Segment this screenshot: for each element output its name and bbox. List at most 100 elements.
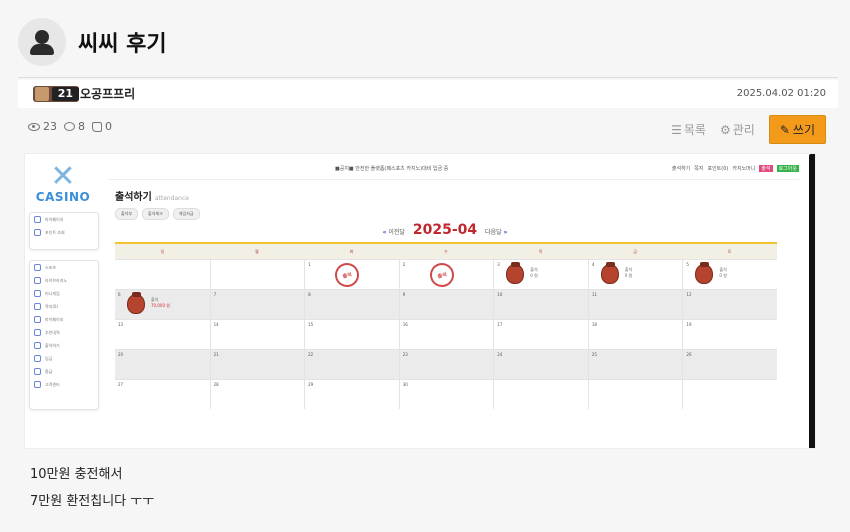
sidebar-item[interactable]: 마이페이지 <box>30 313 98 326</box>
calendar-week: 1 출석 2 출석 3 출석 0 원 4 출석 0 원 5 출석 0 원 <box>115 259 777 290</box>
sidebar-item[interactable]: 환급 <box>30 365 98 378</box>
calendar-day[interactable] <box>115 260 210 289</box>
calendar-day[interactable]: 27 <box>115 380 210 409</box>
sidebar-item[interactable]: 스포츠 <box>30 261 98 274</box>
sidebar-item[interactable]: 라이브카지노 <box>30 274 98 287</box>
sidebar-item-label: 환급 <box>45 368 53 374</box>
calendar-day[interactable]: 25 <box>587 350 683 379</box>
list-icon: ☰ <box>671 122 682 137</box>
likes-stat: 0 <box>92 120 112 133</box>
people-icon <box>34 329 41 336</box>
tab-button[interactable]: 출석체크 <box>142 208 169 220</box>
casino-icon <box>34 277 41 284</box>
sidebar-item[interactable]: 미니게임 <box>30 287 98 300</box>
calendar-day[interactable]: 15 <box>304 320 399 349</box>
calendar-day[interactable]: 3 출석 0 원 <box>493 260 588 289</box>
avatar[interactable] <box>18 18 66 66</box>
calendar-day[interactable]: 29 <box>304 380 399 409</box>
bag-amount: 70,000 원 <box>151 303 170 308</box>
day-number: 17 <box>497 322 503 327</box>
calendar-day[interactable]: 14 <box>209 320 305 349</box>
next-month-link[interactable]: 다음달 <box>485 229 502 236</box>
user-head-icon <box>35 30 49 44</box>
weekday-label: 토 <box>727 248 732 254</box>
calendar-day[interactable]: 10 <box>493 290 588 319</box>
calendar-week: 20 21 22 23 24 25 26 <box>115 349 777 379</box>
sidebar-item[interactable]: 포인트 조회 <box>30 226 98 239</box>
calendar-day[interactable]: 18 <box>587 320 683 349</box>
day-number: 10 <box>497 292 503 297</box>
prev-month-link[interactable]: 이전달 <box>388 229 405 236</box>
sidebar-item[interactable]: 입금 <box>30 352 98 365</box>
money-bag-icon <box>127 292 145 314</box>
calendar-day[interactable]: 17 <box>493 320 588 349</box>
calendar-day[interactable]: 5 출석 0 원 <box>682 260 777 289</box>
calendar-day[interactable]: 16 <box>398 320 494 349</box>
sidebar-item[interactable]: 쪽지(0) <box>30 300 98 313</box>
tab-button[interactable]: 게임지급 <box>172 208 200 220</box>
day-number: 29 <box>308 382 314 387</box>
calendar-day[interactable]: 1 출석 <box>304 260 399 290</box>
calendar-day[interactable] <box>209 260 305 289</box>
calendar-day[interactable] <box>493 380 588 409</box>
day-number: 12 <box>686 292 692 297</box>
calendar-day[interactable]: 26 <box>682 350 777 379</box>
sidebar-item[interactable]: 출석하기 <box>30 339 98 352</box>
month-nav: « 이전달 2025-04 다음달 » <box>115 222 775 238</box>
calendar-day[interactable]: 12 <box>682 290 777 319</box>
bag-amount: 0 원 <box>719 273 727 278</box>
calendar-day[interactable]: 22 <box>304 350 399 379</box>
attached-screenshot: ✕ CASINO 마이페이지 포인트 조회 스포츠 라이브카지노 미니게임 쪽지… <box>24 153 816 449</box>
money-bag-icon <box>506 262 525 284</box>
calendar-day[interactable] <box>587 380 683 409</box>
sidebar-item[interactable]: 마이페이지 <box>30 213 98 226</box>
topbar-item[interactable]: 카지노머니 <box>732 165 755 172</box>
calendar-day[interactable]: 20 <box>115 350 210 379</box>
day-number: 14 <box>213 322 219 327</box>
calendar-day[interactable]: 7 <box>209 290 305 319</box>
user-body-icon <box>30 44 54 55</box>
attendance-tag[interactable]: 출석 <box>759 165 773 172</box>
write-button[interactable]: ✎ 쓰기 <box>768 115 826 144</box>
sidebar-item-label: 포인트 조회 <box>45 229 65 235</box>
calendar-day[interactable]: 30 <box>398 380 494 409</box>
topbar-item[interactable]: 포인트(0) <box>707 165 728 172</box>
calendar-day[interactable]: 24 <box>493 350 588 379</box>
calendar-day[interactable]: 9 <box>398 290 494 319</box>
sidebar-top: 마이페이지 포인트 조회 <box>29 212 99 250</box>
calendar-day[interactable]: 23 <box>398 350 494 379</box>
author-name[interactable]: 오공프프리 <box>80 85 135 102</box>
sidebar-item[interactable]: 추천내역 <box>30 326 98 339</box>
support-icon <box>34 381 41 388</box>
tab-button[interactable]: 출석부 <box>115 208 139 220</box>
calendar-day[interactable]: 21 <box>209 350 305 379</box>
sidebar-item-label: 마이페이지 <box>45 316 64 322</box>
next-arrow-icon[interactable]: » <box>504 229 508 236</box>
calendar-day[interactable]: 6 출석 70,000 원 <box>115 290 210 319</box>
calendar-day[interactable]: 2 출석 <box>398 260 494 290</box>
calendar-day[interactable]: 11 <box>587 290 683 319</box>
prev-arrow-icon[interactable]: « <box>383 229 387 236</box>
calendar-day[interactable]: 13 <box>115 320 210 349</box>
list-button[interactable]: ☰ 목록 <box>671 121 706 138</box>
bag-label: 출석 70,000 원 <box>151 297 170 309</box>
sidebar-item-label: 라이브카지노 <box>45 277 68 283</box>
bag-label: 출석 0 원 <box>719 267 727 279</box>
calendar-day[interactable] <box>682 380 777 409</box>
calendar-day[interactable]: 28 <box>209 380 305 409</box>
post-info: 21 오공프프리 2025.04.02 01:20 <box>18 80 838 108</box>
calendar-day[interactable]: 4 출석 0 원 <box>587 260 683 289</box>
money-bag-icon <box>695 262 714 284</box>
sidebar-item[interactable]: 고객센터 <box>30 378 98 391</box>
manage-button[interactable]: ⚙ 관리 <box>720 121 755 138</box>
calendar-day[interactable]: 19 <box>682 320 777 349</box>
topbar-item[interactable]: 쪽지 <box>694 165 703 172</box>
day-number: 1 <box>308 262 311 267</box>
calendar-day[interactable]: 8 <box>304 290 399 319</box>
topbar-item[interactable]: 출석하기 <box>672 165 690 172</box>
day-number: 13 <box>118 322 124 327</box>
attendance-title: 출석하기 attendance <box>115 188 189 203</box>
calendar-week: 6 출석 70,000 원 7 8 9 10 11 12 <box>115 289 777 319</box>
views-stat: 23 <box>28 120 57 133</box>
logout-tag[interactable]: 로그아웃 <box>776 165 799 172</box>
